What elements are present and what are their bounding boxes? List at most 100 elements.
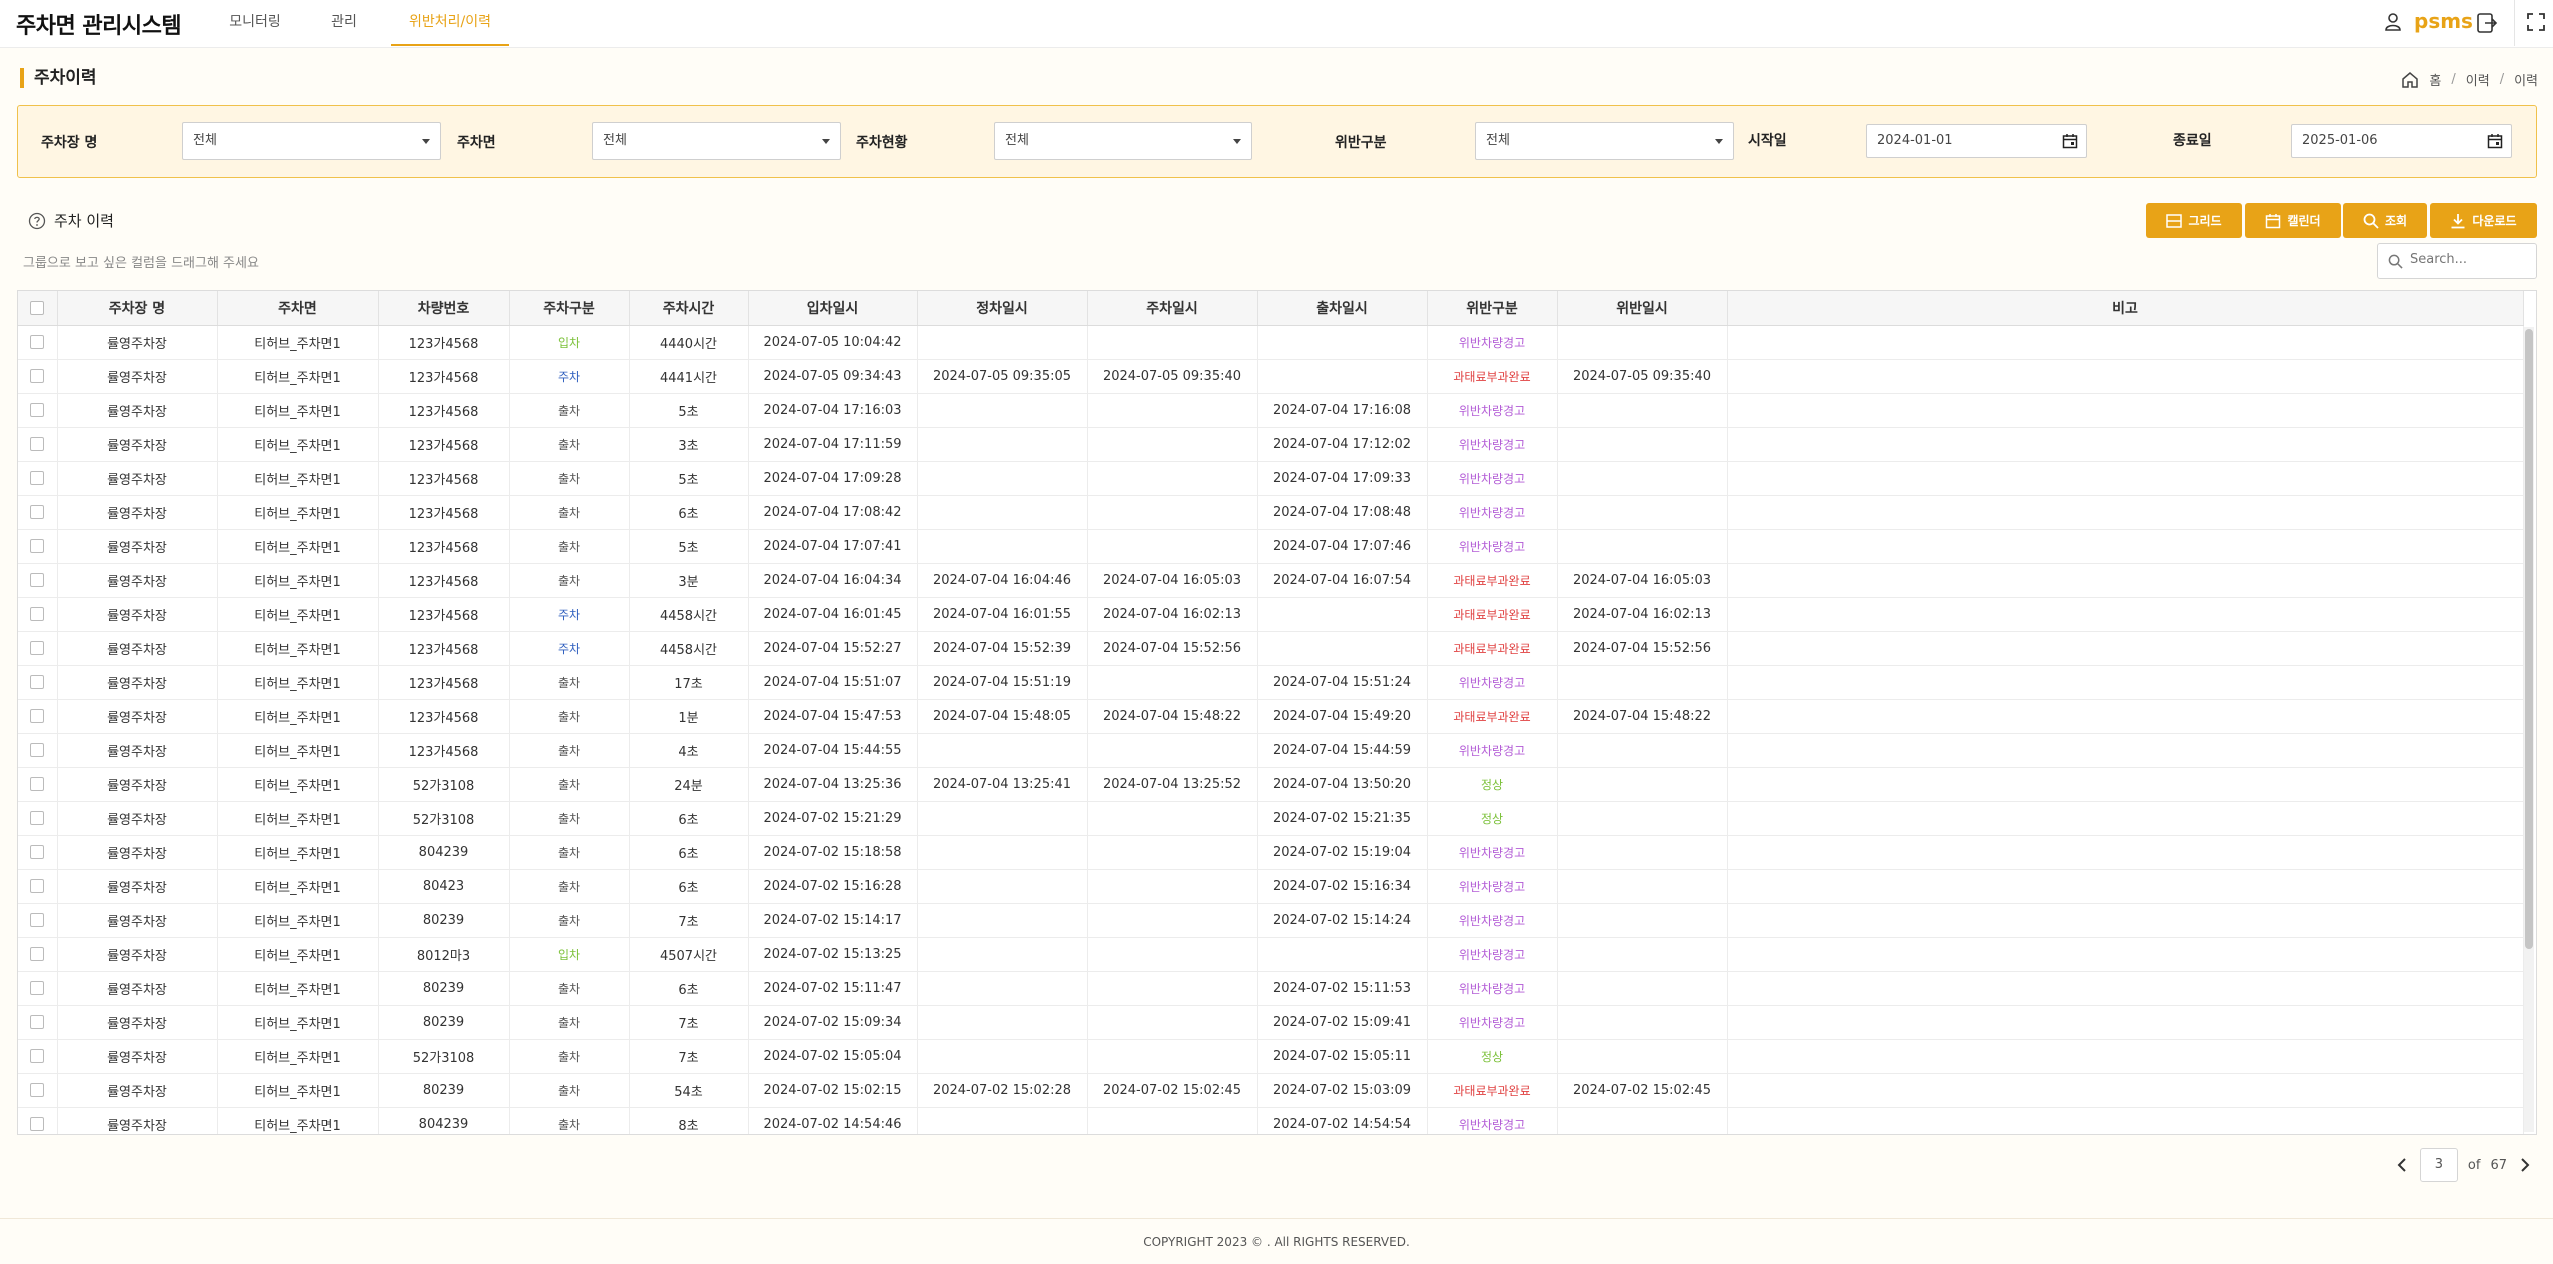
table-row[interactable]: 률영주차장 티허브_주차면1 123가4568 주차 4458시간 2024-07-04 … bbox=[18, 597, 2524, 632]
column-header[interactable]: 주차일시 bbox=[1087, 291, 1258, 326]
table-row[interactable]: 률영주차장 티허브_주차면1 123가4568 입차 4440시간 2024-07-05 … bbox=[18, 325, 2524, 360]
row-select-cell[interactable] bbox=[18, 461, 58, 496]
row-checkbox[interactable] bbox=[30, 505, 45, 519]
column-header[interactable]: 입차일시 bbox=[748, 291, 918, 326]
table-row[interactable]: 률영주차장 티허브_주차면1 804239 출차 6초 2024-07-02 15:18:… bbox=[18, 835, 2524, 870]
row-checkbox[interactable] bbox=[30, 913, 45, 927]
calendar-icon[interactable] bbox=[2487, 133, 2503, 149]
table-row[interactable]: 률영주차장 티허브_주차면1 52가3108 출차 6초 2024-07-02 15:21… bbox=[18, 801, 2524, 836]
row-select-cell[interactable] bbox=[18, 359, 58, 394]
table-row[interactable]: 률영주차장 티허브_주차면1 80423 출차 6초 2024-07-02 15:16:2… bbox=[18, 869, 2524, 904]
row-select-cell[interactable] bbox=[18, 529, 58, 564]
table-row[interactable]: 률영주차장 티허브_주차면1 123가4568 주차 4441시간 2024-07-05 … bbox=[18, 359, 2524, 394]
column-header[interactable]: 주차장 명 bbox=[57, 291, 218, 326]
table-row[interactable]: 률영주차장 티허브_주차면1 123가4568 출차 4초 2024-07-04 15:4… bbox=[18, 733, 2524, 768]
row-select-cell[interactable] bbox=[18, 427, 58, 462]
row-select-cell[interactable] bbox=[18, 1039, 58, 1074]
table-row[interactable]: 률영주차장 티허브_주차면1 52가3108 출차 7초 2024-07-02 15:05… bbox=[18, 1039, 2524, 1074]
select-all-checkbox[interactable] bbox=[30, 300, 45, 315]
column-header[interactable]: 위반구분 bbox=[1427, 291, 1558, 326]
row-select-cell[interactable] bbox=[18, 1107, 58, 1134]
row-select-cell[interactable] bbox=[18, 869, 58, 904]
column-header[interactable]: 출차일시 bbox=[1257, 291, 1428, 326]
row-checkbox[interactable] bbox=[30, 811, 45, 825]
table-row[interactable]: 률영주차장 티허브_주차면1 123가4568 출차 5초 2024-07-04 17:0… bbox=[18, 461, 2524, 496]
row-checkbox[interactable] bbox=[30, 845, 45, 859]
row-checkbox[interactable] bbox=[30, 437, 45, 451]
row-select-cell[interactable] bbox=[18, 699, 58, 734]
row-checkbox[interactable] bbox=[30, 641, 45, 655]
lot-select[interactable]: 전체 bbox=[182, 122, 441, 160]
column-header[interactable]: 주차면 bbox=[217, 291, 379, 326]
table-row[interactable]: 률영주차장 티허브_주차면1 80239 출차 6초 2024-07-02 15:11:4… bbox=[18, 971, 2524, 1006]
calendar-view-button[interactable]: 캘린더 bbox=[2245, 203, 2341, 238]
table-row[interactable]: 률영주차장 티허브_주차면1 123가4568 출차 3분 2024-07-04 16:0… bbox=[18, 563, 2524, 598]
row-select-cell[interactable] bbox=[18, 495, 58, 530]
logout-icon[interactable] bbox=[2476, 12, 2498, 34]
row-checkbox[interactable] bbox=[30, 1083, 45, 1097]
search-button[interactable]: 조회 bbox=[2343, 203, 2427, 238]
table-row[interactable]: 률영주차장 티허브_주차면1 804239 출차 8초 2024-07-02 14:54:… bbox=[18, 1107, 2524, 1134]
row-checkbox[interactable] bbox=[30, 607, 45, 621]
row-select-cell[interactable] bbox=[18, 563, 58, 598]
grid-search-box[interactable] bbox=[2377, 243, 2537, 279]
row-checkbox[interactable] bbox=[30, 743, 45, 757]
row-checkbox[interactable] bbox=[30, 573, 45, 587]
row-checkbox[interactable] bbox=[30, 539, 45, 553]
breadcrumb-level1[interactable]: 이력 bbox=[2466, 70, 2490, 89]
table-row[interactable]: 률영주차장 티허브_주차면1 80239 출차 7초 2024-07-02 15:09:3… bbox=[18, 1005, 2524, 1040]
row-select-cell[interactable] bbox=[18, 733, 58, 768]
row-select-cell[interactable] bbox=[18, 937, 58, 972]
table-row[interactable]: 률영주차장 티허브_주차면1 123가4568 출차 1분 2024-07-04 15:4… bbox=[18, 699, 2524, 734]
row-checkbox[interactable] bbox=[30, 1049, 45, 1063]
row-select-cell[interactable] bbox=[18, 1005, 58, 1040]
table-row[interactable]: 률영주차장 티허브_주차면1 123가4568 주차 4458시간 2024-07-04 … bbox=[18, 631, 2524, 666]
table-row[interactable]: 률영주차장 티허브_주차면1 123가4568 출차 6초 2024-07-04 17:0… bbox=[18, 495, 2524, 530]
space-select[interactable]: 전체 bbox=[592, 122, 841, 160]
grid-view-button[interactable]: 그리드 bbox=[2146, 203, 2242, 238]
table-row[interactable]: 률영주차장 티허브_주차면1 123가4568 출차 17초 2024-07-04 15:… bbox=[18, 665, 2524, 700]
table-row[interactable]: 률영주차장 티허브_주차면1 123가4568 출차 3초 2024-07-04 17:1… bbox=[18, 427, 2524, 462]
row-checkbox[interactable] bbox=[30, 947, 45, 961]
table-row[interactable]: 률영주차장 티허브_주차면1 52가3108 출차 24분 2024-07-04 13:2… bbox=[18, 767, 2524, 802]
row-select-cell[interactable] bbox=[18, 835, 58, 870]
row-select-cell[interactable] bbox=[18, 971, 58, 1006]
column-header[interactable]: 차량번호 bbox=[378, 291, 510, 326]
grid-scrollbar-thumb[interactable] bbox=[2525, 329, 2533, 949]
status-select[interactable]: 전체 bbox=[994, 122, 1252, 160]
user-name[interactable]: psms bbox=[2414, 9, 2473, 33]
column-header[interactable]: 위반일시 bbox=[1557, 291, 1728, 326]
row-checkbox[interactable] bbox=[30, 471, 45, 485]
row-checkbox[interactable] bbox=[30, 709, 45, 723]
violation-select[interactable]: 전체 bbox=[1475, 122, 1734, 160]
user-icon[interactable] bbox=[2383, 12, 2403, 32]
fullscreen-icon[interactable] bbox=[2526, 12, 2546, 32]
row-select-cell[interactable] bbox=[18, 767, 58, 802]
table-row[interactable]: 률영주차장 티허브_주차면1 8012마3 입차 4507시간 2024-07-02 15… bbox=[18, 937, 2524, 972]
column-header[interactable]: 주차시간 bbox=[629, 291, 749, 326]
tab-violation-history[interactable]: 위반처리/이력 bbox=[391, 0, 509, 46]
row-select-cell[interactable] bbox=[18, 903, 58, 938]
row-checkbox[interactable] bbox=[30, 335, 45, 349]
row-checkbox[interactable] bbox=[30, 1117, 45, 1131]
page-number-input[interactable]: 3 bbox=[2419, 1148, 2458, 1182]
row-select-cell[interactable] bbox=[18, 325, 58, 360]
row-checkbox[interactable] bbox=[30, 777, 45, 791]
grid-search-input[interactable] bbox=[2410, 252, 2530, 267]
column-header[interactable]: 비고 bbox=[1727, 291, 2524, 326]
help-icon[interactable] bbox=[28, 212, 46, 230]
row-checkbox[interactable] bbox=[30, 675, 45, 689]
row-select-cell[interactable] bbox=[18, 665, 58, 700]
column-header[interactable]: 주차구분 bbox=[509, 291, 630, 326]
table-row[interactable]: 률영주차장 티허브_주차면1 123가4568 출차 5초 2024-07-04 17:1… bbox=[18, 393, 2524, 428]
column-header[interactable]: 정차일시 bbox=[917, 291, 1088, 326]
home-icon[interactable] bbox=[2401, 71, 2419, 89]
table-row[interactable]: 률영주차장 티허브_주차면1 80239 출차 7초 2024-07-02 15:14:1… bbox=[18, 903, 2524, 938]
chevron-left-icon[interactable] bbox=[2394, 1157, 2410, 1173]
row-checkbox[interactable] bbox=[30, 369, 45, 383]
row-checkbox[interactable] bbox=[30, 403, 45, 417]
select-all-cell[interactable] bbox=[18, 291, 58, 326]
row-checkbox[interactable] bbox=[30, 1015, 45, 1029]
row-select-cell[interactable] bbox=[18, 631, 58, 666]
download-button[interactable]: 다운로드 bbox=[2430, 203, 2537, 238]
